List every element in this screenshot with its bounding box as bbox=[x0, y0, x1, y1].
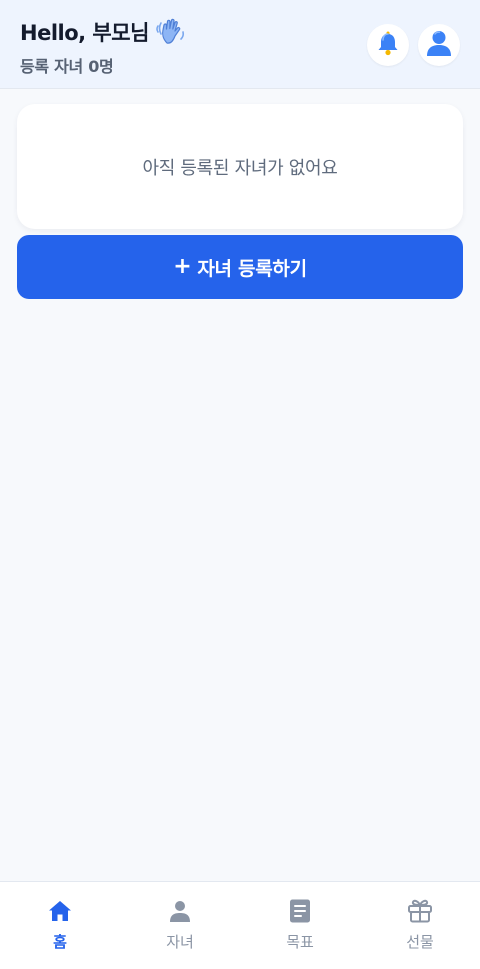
waving-hand-icon bbox=[155, 17, 187, 47]
registered-children-count: 등록 자녀 0명 bbox=[20, 57, 114, 76]
greeting-text: Hello, 부모님 bbox=[20, 21, 149, 45]
profile-button[interactable] bbox=[418, 24, 460, 66]
plus-icon: + bbox=[173, 254, 192, 279]
notification-button[interactable] bbox=[367, 24, 409, 66]
nav-item-goals[interactable]: 목표 bbox=[240, 882, 360, 969]
empty-state-card: 아직 등록된 자녀가 없어요 bbox=[17, 104, 463, 229]
user-avatar-icon bbox=[424, 28, 454, 62]
nav-label-home: 홈 bbox=[53, 933, 67, 951]
person-icon bbox=[167, 898, 193, 924]
nav-item-gifts[interactable]: 선물 bbox=[360, 882, 480, 969]
register-child-label: 자녀 등록하기 bbox=[197, 257, 307, 280]
bottom-navigation: 홈 자녀 목표 선물 bbox=[0, 881, 480, 969]
empty-state-message: 아직 등록된 자녀가 없어요 bbox=[142, 157, 338, 179]
register-child-button[interactable]: + 자녀 등록하기 bbox=[17, 235, 463, 299]
gift-icon bbox=[407, 898, 433, 924]
header: Hello, 부모님 등록 자녀 0명 bbox=[0, 0, 480, 89]
nav-label-children: 자녀 bbox=[166, 933, 194, 951]
nav-label-gifts: 선물 bbox=[406, 933, 434, 951]
nav-item-children[interactable]: 자녀 bbox=[120, 882, 240, 969]
bell-icon bbox=[375, 30, 401, 60]
document-icon bbox=[287, 898, 313, 924]
nav-item-home[interactable]: 홈 bbox=[0, 882, 120, 969]
home-icon bbox=[47, 898, 73, 924]
app-root: Hello, 부모님 등록 자녀 0명 아직 등록된 자녀가 없어요 + 자녀 … bbox=[0, 0, 480, 969]
greeting-title: Hello, 부모님 bbox=[20, 17, 187, 47]
nav-label-goals: 목표 bbox=[286, 933, 314, 951]
